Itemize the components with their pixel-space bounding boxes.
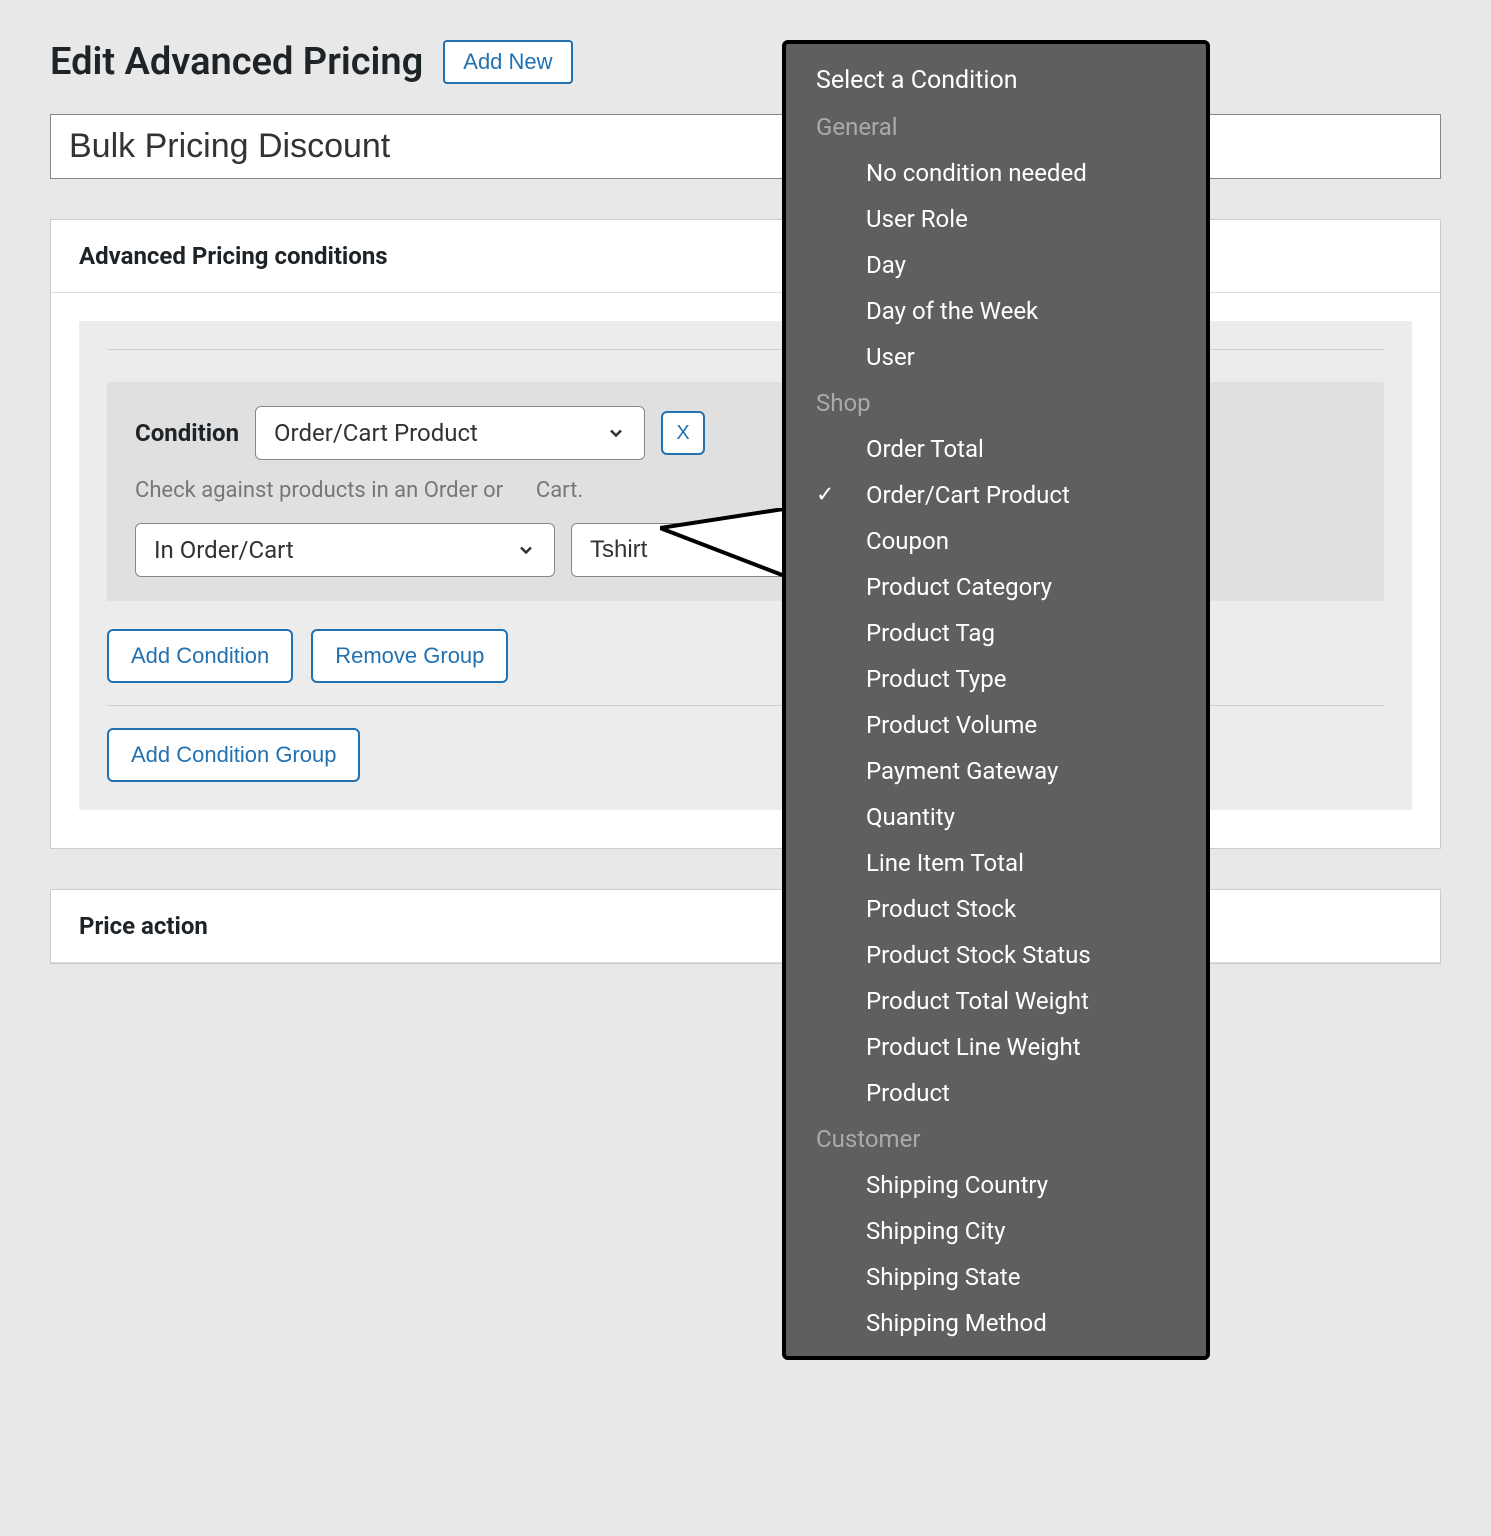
dropdown-item[interactable]: Shipping City <box>786 1208 1206 1254</box>
page-header: Edit Advanced Pricing Add New <box>50 40 1441 84</box>
condition-label: Condition <box>135 419 239 447</box>
add-condition-button[interactable]: Add Condition <box>107 629 293 683</box>
check-icon: ✓ <box>816 483 834 508</box>
rule-title-input[interactable] <box>50 114 1441 179</box>
condition-group: Condition Order/Cart Product X Check aga… <box>79 321 1412 810</box>
dropdown-item[interactable]: Product Stock <box>786 886 1206 932</box>
dropdown-item[interactable]: User Role <box>786 196 1206 242</box>
dropdown-group-label: General <box>786 104 1206 150</box>
dropdown-item[interactable]: Product Line Weight <box>786 1024 1206 1070</box>
dropdown-item[interactable]: Product Type <box>786 656 1206 702</box>
dropdown-item[interactable]: Order Total <box>786 426 1206 472</box>
chevron-down-icon <box>516 540 536 560</box>
add-new-button[interactable]: Add New <box>443 40 572 84</box>
dropdown-item[interactable]: Product Volume <box>786 702 1206 748</box>
dropdown-item[interactable]: Shipping Country <box>786 1162 1206 1208</box>
dropdown-item[interactable]: Product Stock Status <box>786 932 1206 978</box>
conditions-panel-title: Advanced Pricing conditions <box>51 220 1440 293</box>
condition-select[interactable]: Order/Cart Product <box>255 406 645 460</box>
dropdown-item[interactable]: Payment Gateway <box>786 748 1206 794</box>
dropdown-item[interactable]: Product Tag <box>786 610 1206 656</box>
dropdown-item[interactable]: Shipping State <box>786 1254 1206 1300</box>
dropdown-item[interactable]: User <box>786 334 1206 380</box>
dropdown-group-label: Customer <box>786 1116 1206 1162</box>
dropdown-item[interactable]: Coupon <box>786 518 1206 564</box>
dropdown-item[interactable]: Product Category <box>786 564 1206 610</box>
dropdown-group-label: Shop <box>786 380 1206 426</box>
dropdown-item[interactable]: Day <box>786 242 1206 288</box>
remove-group-button[interactable]: Remove Group <box>311 629 508 683</box>
conditions-panel: Advanced Pricing conditions Condition Or… <box>50 219 1441 849</box>
dropdown-item[interactable]: Shipping Method <box>786 1300 1206 1346</box>
dropdown-title: Select a Condition <box>786 44 1206 104</box>
dropdown-item[interactable]: No condition needed <box>786 150 1206 196</box>
dropdown-item[interactable]: Order/Cart Product✓ <box>786 472 1206 518</box>
dropdown-list-container: GeneralNo condition neededUser RoleDayDa… <box>786 104 1206 1346</box>
dropdown-item[interactable]: Quantity <box>786 794 1206 840</box>
condition-select-value: Order/Cart Product <box>274 419 478 447</box>
add-condition-group-button[interactable]: Add Condition Group <box>107 728 360 782</box>
page-title: Edit Advanced Pricing <box>50 40 423 84</box>
dropdown-item[interactable]: Product Total Weight <box>786 978 1206 1024</box>
chevron-down-icon <box>606 423 626 443</box>
dropdown-item[interactable]: Day of the Week <box>786 288 1206 334</box>
price-action-panel: Price action <box>50 889 1441 964</box>
dropdown-item[interactable]: Line Item Total <box>786 840 1206 886</box>
conditions-panel-body: Condition Order/Cart Product X Check aga… <box>51 293 1440 848</box>
operator-select-value: In Order/Cart <box>154 536 294 564</box>
condition-dropdown-popover: Select a Condition GeneralNo condition n… <box>782 40 1210 1360</box>
dropdown-item[interactable]: Product <box>786 1070 1206 1116</box>
price-action-title: Price action <box>51 890 1440 963</box>
remove-condition-button[interactable]: X <box>661 411 705 455</box>
operator-select[interactable]: In Order/Cart <box>135 523 555 577</box>
